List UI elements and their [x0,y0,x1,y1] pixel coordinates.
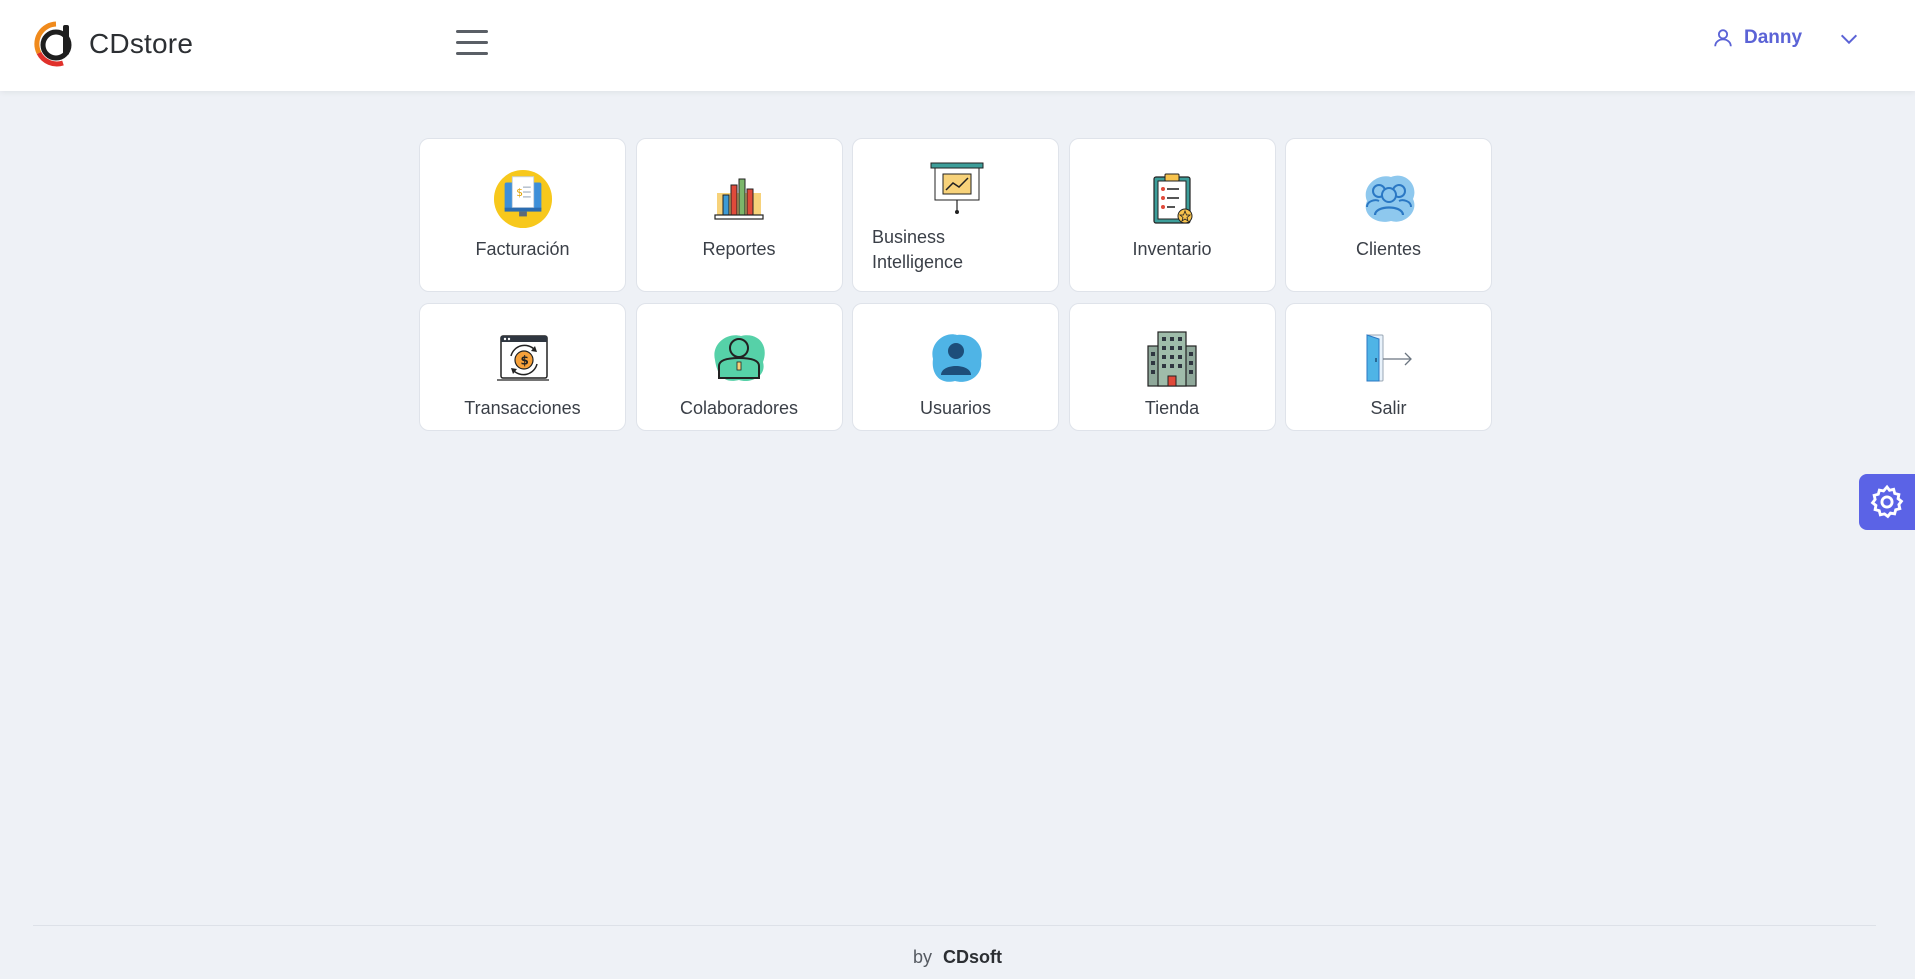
user-name: Danny [1744,27,1803,48]
hamburger-icon [456,30,488,33]
tile-inventario[interactable]: Inventario [1068,138,1276,292]
top-navbar: CDstore Danny [0,0,1915,91]
user-icon [926,328,986,388]
user-menu[interactable]: Danny [1712,27,1802,49]
tile-facturacion[interactable]: $ Facturación [419,138,626,292]
brand[interactable]: CDstore [33,21,193,67]
tile-usuarios[interactable]: Usuarios [852,303,1059,431]
cdstore-logo-icon [34,21,72,67]
module-grid: $ Facturación Reportes Business Intellig… [419,138,1492,431]
building-icon [1142,328,1202,388]
footer-prefix: by [912,947,932,967]
gear-icon [1870,484,1904,519]
tile-label: Transacciones [464,398,581,418]
tile-colaboradores[interactable]: Colaboradores [635,303,843,431]
footer-company-link[interactable]: CDsoft [943,947,1002,967]
tile-label: Salir [1370,398,1407,418]
svg-text:$: $ [516,186,523,199]
tile-label: Inventario [1132,239,1212,259]
invoice-monitor-icon: $ [493,169,553,229]
clipboard-checklist-icon [1142,169,1202,229]
bar-chart-icon [709,169,769,229]
tile-business-intelligence[interactable]: Business Intelligence [852,138,1059,292]
tile-salir[interactable]: Salir [1285,303,1492,431]
menu-toggle-button[interactable] [456,30,488,58]
tile-label: Facturación [475,239,570,259]
tile-label: Usuarios [919,398,992,418]
tile-clientes[interactable]: Clientes [1285,138,1492,292]
user-outline-icon [1714,29,1732,47]
footer: by CDsoft [0,947,1915,968]
tile-tienda[interactable]: Tienda [1068,303,1276,431]
tile-label: Clientes [1355,239,1422,259]
tile-label: Reportes [702,239,776,259]
users-group-icon [1359,169,1419,229]
chevron-down-icon[interactable] [1838,28,1860,50]
exit-door-icon [1359,328,1419,388]
tile-label: Colaboradores [679,398,799,418]
money-exchange-icon: $ [493,328,553,388]
svg-text:$: $ [520,354,528,368]
tile-reportes[interactable]: Reportes [635,138,843,292]
tile-label: Business Intelligence [872,227,964,272]
brand-name: CDstore [89,28,194,59]
presentation-board-icon [929,161,985,217]
footer-divider [33,925,1876,926]
tile-transacciones[interactable]: $ Transacciones [419,303,626,431]
collaborator-icon [709,328,769,388]
settings-button[interactable] [1859,474,1915,530]
tile-label: Tienda [1144,398,1200,418]
